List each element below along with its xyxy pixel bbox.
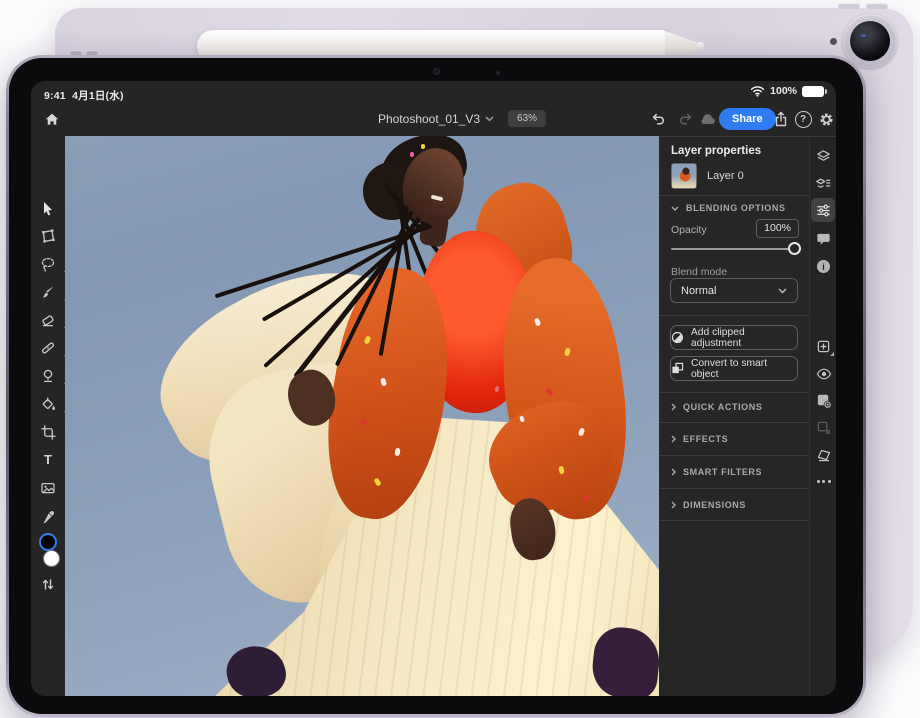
undo-button[interactable]	[647, 108, 669, 130]
opacity-label: Opacity	[671, 224, 707, 236]
place-photo-tool[interactable]	[40, 480, 56, 496]
wifi-icon	[750, 85, 765, 97]
chevron-right-icon	[671, 468, 676, 476]
chevron-right-icon	[671, 403, 676, 411]
type-tool[interactable]: T	[40, 452, 56, 468]
chevron-right-icon	[671, 435, 676, 443]
status-date: 4月1日(水)	[72, 90, 124, 102]
document-title: Photoshoot_01_V3	[378, 112, 480, 126]
blend-mode-value: Normal	[681, 285, 716, 297]
smart-object-icon	[671, 362, 684, 375]
redo-button[interactable]	[675, 108, 697, 130]
layer-properties-sliders-icon[interactable]	[815, 202, 832, 219]
eraser-tool[interactable]	[40, 312, 56, 328]
move-tool[interactable]	[40, 200, 56, 216]
apple-pencil-tip-ball	[697, 42, 704, 51]
app-toolbar: Photoshoot_01_V3 63% Share	[31, 105, 836, 136]
layer-name: Layer 0	[707, 170, 744, 182]
clone-stamp-tool[interactable]	[40, 368, 56, 384]
layer-mask-icon[interactable]	[815, 392, 832, 409]
effects-section[interactable]: EFFECTS	[659, 430, 809, 448]
quick-actions-label: QUICK ACTIONS	[683, 402, 762, 412]
eyedropper-tool[interactable]	[40, 508, 56, 524]
help-glyph: ?	[800, 114, 806, 125]
rear-camera	[843, 14, 897, 68]
healing-brush-tool[interactable]	[40, 340, 56, 356]
add-clipped-adjustment-button[interactable]: Add clipped adjustment	[670, 325, 798, 350]
layer-thumbnail	[671, 163, 697, 189]
battery-icon	[802, 86, 824, 97]
more-options-icon[interactable]	[815, 473, 832, 490]
crop-tool[interactable]	[40, 424, 56, 440]
scene: 9:41 4月1日(水) 100%	[0, 0, 920, 718]
layers-icon[interactable]	[815, 148, 832, 165]
layer-properties-panel: Layer properties Layer 0 BLENDING OPTION…	[659, 136, 809, 696]
panel-switcher-strip: i	[809, 136, 836, 696]
blending-options-header[interactable]: BLENDING OPTIONS	[659, 199, 809, 217]
clipped-adjustment-icon	[671, 331, 684, 344]
foreground-ipad: 9:41 4月1日(水) 100%	[6, 55, 866, 717]
dimensions-label: DIMENSIONS	[683, 500, 746, 510]
info-glyph: i	[822, 262, 825, 272]
fill-tool[interactable]	[40, 396, 56, 412]
volume-down-button	[866, 3, 888, 9]
home-button[interactable]	[41, 108, 63, 130]
zoom-level-badge[interactable]: 63%	[508, 110, 546, 127]
brush-tool[interactable]	[40, 284, 56, 300]
layer-stack-list-icon[interactable]	[815, 175, 832, 192]
background-color-chip[interactable]	[43, 550, 60, 567]
status-time: 9:41	[44, 90, 66, 102]
layer-row[interactable]: Layer 0	[665, 161, 803, 191]
ambient-sensor	[496, 71, 500, 75]
cloud-sync-icon[interactable]	[697, 108, 719, 130]
transform-layer-icon[interactable]	[815, 419, 832, 436]
tool-rail: T	[31, 136, 65, 696]
transform-tool[interactable]	[40, 228, 56, 244]
info-icon[interactable]: i	[815, 258, 832, 275]
ipad-bezel: 9:41 4月1日(水) 100%	[9, 58, 863, 714]
settings-gear-icon[interactable]	[815, 108, 836, 130]
chevron-right-icon	[671, 501, 676, 509]
effects-label: EFFECTS	[683, 434, 728, 444]
help-button[interactable]: ?	[792, 108, 814, 130]
smart-filters-label: SMART FILTERS	[683, 467, 762, 477]
opacity-slider[interactable]	[671, 248, 795, 250]
lasso-select-tool[interactable]	[40, 256, 56, 272]
quick-actions-section[interactable]: QUICK ACTIONS	[659, 398, 809, 416]
photoshop-app-screen: 9:41 4月1日(水) 100%	[31, 81, 836, 696]
blending-options-label: BLENDING OPTIONS	[686, 203, 786, 213]
export-icon[interactable]	[770, 108, 792, 130]
share-button[interactable]: Share	[719, 108, 776, 130]
convert-to-smart-object-button[interactable]: Convert to smart object	[670, 356, 798, 381]
smart-filters-section[interactable]: SMART FILTERS	[659, 463, 809, 481]
opacity-value[interactable]: 100%	[756, 219, 799, 238]
add-layer-icon[interactable]	[815, 338, 832, 355]
blend-mode-label: Blend mode	[671, 266, 727, 278]
type-tool-glyph: T	[44, 452, 52, 468]
comments-icon[interactable]	[815, 230, 832, 247]
rear-camera-lens	[850, 21, 890, 61]
volume-up-button	[838, 3, 860, 9]
chevron-down-icon	[485, 116, 494, 122]
canvas-photo[interactable]	[65, 136, 659, 696]
clear-layer-icon[interactable]	[815, 446, 832, 463]
dimensions-section[interactable]: DIMENSIONS	[659, 496, 809, 514]
rear-mic-dot	[830, 38, 837, 45]
battery-percent: 100%	[770, 85, 797, 97]
rear-camera-glint	[861, 34, 866, 37]
front-camera	[433, 68, 440, 75]
convert-to-smart-object-label: Convert to smart object	[691, 358, 797, 380]
foreground-color-chip[interactable]	[39, 533, 57, 551]
opacity-slider-handle[interactable]	[788, 242, 801, 255]
add-clipped-adjustment-label: Add clipped adjustment	[691, 327, 797, 349]
blend-mode-dropdown[interactable]: Normal	[670, 278, 798, 303]
visibility-eye-icon[interactable]	[815, 365, 832, 382]
swap-colors-tool[interactable]	[40, 576, 56, 592]
status-bar: 9:41 4月1日(水) 100%	[31, 81, 836, 105]
panel-title: Layer properties	[671, 145, 761, 157]
chevron-down-icon	[778, 288, 787, 294]
status-time-date: 9:41 4月1日(水)	[44, 88, 124, 103]
chevron-down-icon	[671, 206, 679, 211]
